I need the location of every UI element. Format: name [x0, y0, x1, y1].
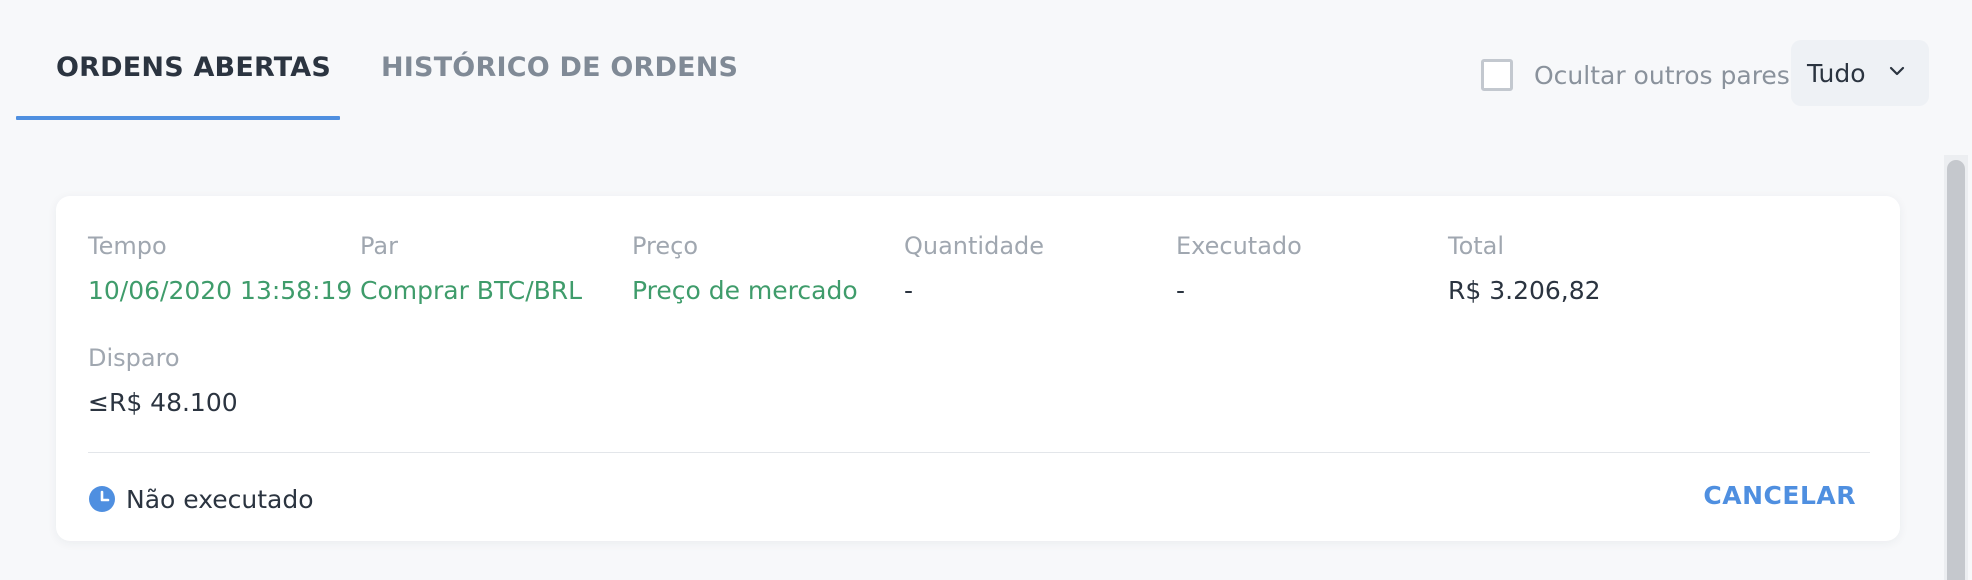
order-price: Preço de mercado	[632, 276, 858, 305]
active-tab-indicator	[16, 116, 340, 120]
hide-other-pairs-checkbox[interactable]	[1481, 59, 1513, 91]
card-divider	[88, 452, 1870, 453]
order-quantity: -	[904, 276, 914, 305]
pair-label: Par	[360, 232, 398, 260]
time-label: Tempo	[88, 232, 167, 260]
order-status-text: Não executado	[126, 484, 314, 514]
order-type-select-value: Tudo	[1807, 58, 1866, 88]
price-label: Preço	[632, 232, 699, 260]
tab-order-history[interactable]: HISTÓRICO DE ORDENS	[381, 52, 738, 83]
clock-icon	[89, 486, 115, 512]
total-label: Total	[1448, 232, 1505, 260]
order-executed: -	[1176, 276, 1186, 305]
cancel-order-button[interactable]: CANCELAR	[1703, 481, 1856, 510]
hide-other-pairs-label: Ocultar outros pares	[1534, 60, 1790, 90]
hide-other-pairs-toggle[interactable]: Ocultar outros pares	[1481, 56, 1790, 94]
order-card: Tempo 10/06/2020 13:58:19 Par Comprar BT…	[56, 196, 1900, 541]
trigger-label: Disparo	[88, 344, 180, 372]
scrollbar-thumb[interactable]	[1947, 160, 1965, 580]
tab-open-orders[interactable]: ORDENS ABERTAS	[56, 52, 331, 83]
open-orders-panel: ORDENS ABERTAS HISTÓRICO DE ORDENS Ocult…	[0, 0, 1972, 580]
order-status: Não executado	[88, 482, 314, 516]
order-time: 10/06/2020 13:58:19	[88, 276, 353, 305]
order-type-select[interactable]: Tudo	[1791, 40, 1929, 106]
order-trigger: ≤R$ 48.100	[88, 388, 238, 417]
quantity-label: Quantidade	[904, 232, 1045, 260]
chevron-down-icon	[1889, 66, 1905, 76]
orders-tab-bar: ORDENS ABERTAS HISTÓRICO DE ORDENS Ocult…	[0, 0, 1972, 122]
order-total: R$ 3.206,82	[1448, 276, 1601, 305]
executed-label: Executado	[1176, 232, 1302, 260]
order-pair: Comprar BTC/BRL	[360, 276, 583, 305]
